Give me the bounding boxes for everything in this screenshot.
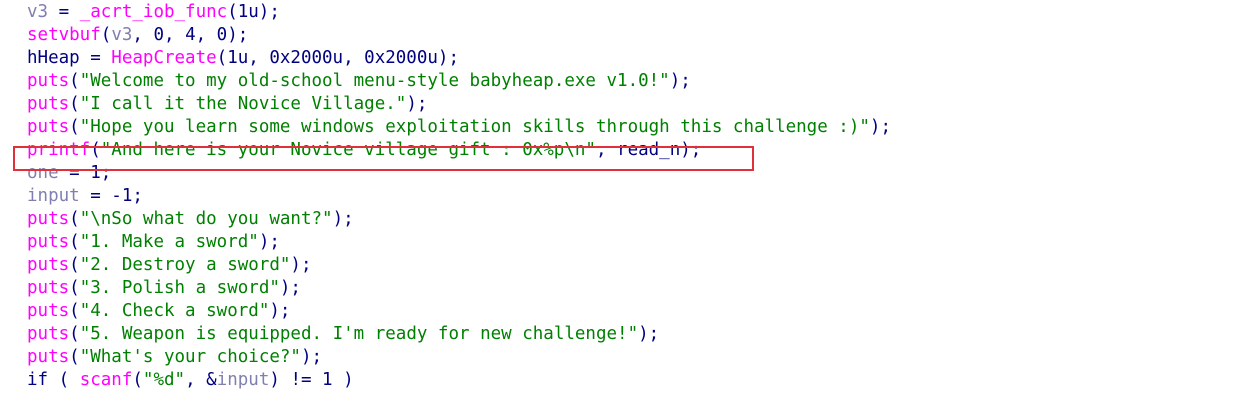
code-token: ( — [69, 209, 80, 229]
code-token: "Hope you learn some windows exploitatio… — [79, 117, 870, 137]
code-token: puts — [27, 347, 70, 367]
code-line[interactable]: input = -1; — [27, 185, 891, 208]
code-token: ); — [406, 94, 428, 114]
code-line[interactable]: if ( scanf("%d", &input) != 1 ) — [27, 369, 891, 392]
code-token: ); — [869, 117, 891, 137]
code-token: "3. Polish a sword" — [79, 278, 280, 298]
code-token: v3 — [27, 2, 49, 22]
code-token: hHeap — [27, 48, 80, 68]
code-token: "5. Weapon is equipped. I'm ready for ne… — [79, 324, 639, 344]
code-token: input — [216, 370, 270, 390]
code-token: "I call it the Novice Village." — [79, 94, 407, 114]
code-token: "4. Check a sword" — [79, 301, 270, 321]
code-token: ); — [332, 209, 354, 229]
code-token: ); — [300, 347, 323, 367]
code-token: "2. Destroy a sword" — [79, 255, 291, 275]
code-line[interactable]: puts("5. Weapon is equipped. I'm ready f… — [27, 323, 891, 346]
code-token: "What's your choice?" — [79, 347, 301, 367]
code-token: puts — [27, 117, 70, 137]
code-token: ); — [258, 232, 280, 252]
code-token: puts — [27, 278, 70, 298]
code-token: puts — [27, 301, 70, 321]
code-token: ( — [48, 370, 80, 390]
code-token: ( — [69, 117, 80, 137]
code-token: puts — [27, 94, 70, 114]
code-line[interactable]: v3 = _acrt_iob_func(1u); — [27, 1, 891, 24]
code-line[interactable]: puts("I call it the Novice Village."); — [27, 93, 891, 116]
code-token: ( — [69, 255, 80, 275]
code-token: "\nSo what do you want?" — [79, 209, 333, 229]
code-token: puts — [27, 232, 70, 252]
code-token: (1u, 0x2000u, 0x2000u); — [216, 48, 459, 68]
code-token: ( — [69, 301, 80, 321]
code-token: "1. Make a sword" — [79, 232, 259, 252]
code-token: scanf — [79, 370, 133, 390]
code-token: ); — [269, 301, 291, 321]
code-token: (1u); — [227, 2, 280, 22]
code-token: ( — [69, 71, 80, 91]
code-token: ( — [69, 324, 80, 344]
code-token: ( — [69, 347, 80, 367]
code-token: , & — [185, 370, 217, 390]
code-listing: v3 = _acrt_iob_func(1u); setvbuf(v3, 0, 4… — [27, 1, 891, 392]
code-token: , 0, 4, 0); — [132, 25, 249, 45]
code-token: ) != 1 ) — [269, 370, 354, 390]
pseudocode-view[interactable]: v3 = _acrt_iob_func(1u); setvbuf(v3, 0, 4… — [0, 0, 1250, 400]
code-token: HeapCreate — [111, 48, 217, 68]
code-token: "%d" — [142, 370, 186, 390]
code-token: "Welcome to my old-school menu-style bab… — [79, 71, 670, 91]
code-token: ( — [69, 278, 80, 298]
code-token: ); — [290, 255, 312, 275]
highlighted-line-box — [13, 146, 754, 171]
code-token: input — [27, 186, 80, 206]
code-line[interactable]: puts("Welcome to my old-school menu-styl… — [27, 70, 891, 93]
code-token: ( — [69, 232, 80, 252]
code-token: _acrt_iob_func — [79, 2, 228, 22]
code-token: ( — [69, 94, 80, 114]
code-line[interactable]: puts("1. Make a sword"); — [27, 231, 891, 254]
code-line[interactable]: puts("4. Check a sword"); — [27, 300, 891, 323]
code-token: puts — [27, 255, 70, 275]
code-token: ( — [100, 25, 112, 45]
code-line[interactable]: puts("3. Polish a sword"); — [27, 277, 891, 300]
code-token: ); — [638, 324, 660, 344]
code-token: = -1; — [79, 186, 143, 206]
code-token: puts — [27, 71, 70, 91]
code-token: = — [79, 48, 112, 68]
code-token: ); — [669, 71, 691, 91]
code-line[interactable]: puts("2. Destroy a sword"); — [27, 254, 891, 277]
code-line[interactable]: setvbuf(v3, 0, 4, 0); — [27, 24, 891, 47]
code-token: puts — [27, 209, 70, 229]
code-token: = — [48, 2, 80, 22]
code-line[interactable]: puts("Hope you learn some windows exploi… — [27, 116, 891, 139]
code-line[interactable]: hHeap = HeapCreate(1u, 0x2000u, 0x2000u)… — [27, 47, 891, 70]
code-token: if — [27, 370, 49, 390]
code-token: v3 — [111, 25, 133, 45]
code-token: puts — [27, 324, 70, 344]
code-line[interactable]: puts("\nSo what do you want?"); — [27, 208, 891, 231]
code-token: ( — [132, 370, 143, 390]
code-token: setvbuf — [27, 25, 101, 45]
code-line[interactable]: puts("What's your choice?"); — [27, 346, 891, 369]
code-token: ); — [279, 278, 301, 298]
